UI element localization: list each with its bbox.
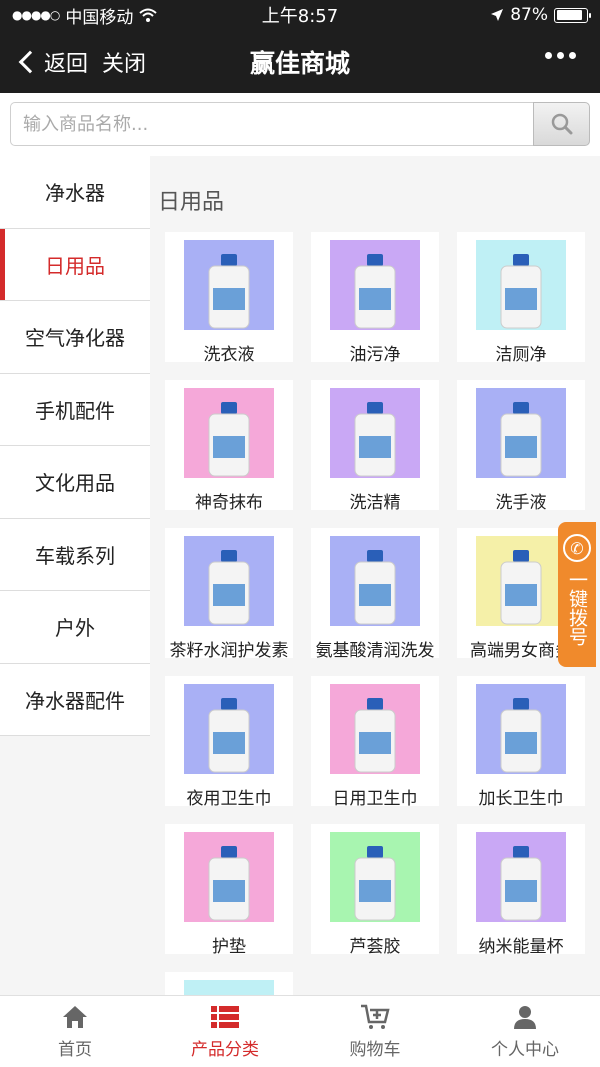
chevron-left-icon: [18, 50, 42, 73]
product-image: [330, 536, 420, 626]
sidebar-item-phone-accessories[interactable]: 手机配件: [0, 373, 150, 446]
sidebar-item-air-purifier[interactable]: 空气净化器: [0, 301, 150, 374]
search-bar: [0, 93, 600, 156]
tab-profile[interactable]: 个人中心: [450, 996, 600, 1067]
product-card[interactable]: 洗手液: [457, 380, 585, 510]
product-image: [184, 684, 274, 774]
tab-home[interactable]: 首页: [0, 996, 150, 1067]
product-card[interactable]: 氨基酸清润洗发: [311, 528, 439, 658]
quick-call-label: 一键拨号: [566, 570, 588, 646]
sidebar-item-purifier-parts[interactable]: 净水器配件: [0, 663, 150, 736]
tab-home-label: 首页: [58, 1039, 92, 1060]
product-image: [476, 832, 566, 922]
product-card[interactable]: 纳米能量杯: [457, 824, 585, 954]
product-name: 日用卫生巾: [332, 789, 418, 806]
sidebar-item-stationery[interactable]: 文化用品: [0, 446, 150, 519]
product-card[interactable]: 芦荟胶: [311, 824, 439, 954]
product-card[interactable]: 日用卫生巾: [311, 676, 439, 806]
tab-category-label: 产品分类: [191, 1039, 259, 1060]
tab-cart-label: 购物车: [349, 1039, 401, 1060]
product-image: [476, 240, 566, 330]
product-card[interactable]: 夜用卫生巾: [165, 676, 293, 806]
product-card[interactable]: 茶籽水润护发素: [165, 528, 293, 658]
signal-icon: ●●●●○: [12, 8, 60, 22]
product-image: [476, 536, 566, 626]
product-name: 加长卫生巾: [478, 789, 564, 806]
product-image: [476, 388, 566, 478]
product-image: [330, 388, 420, 478]
product-card[interactable]: 洗洁精: [311, 380, 439, 510]
more-icon[interactable]: [545, 52, 576, 59]
sidebar-item-water-purifier[interactable]: 净水器: [0, 156, 150, 229]
product-card[interactable]: 神奇抹布: [165, 380, 293, 510]
carrier-label: 中国移动: [65, 7, 134, 28]
location-icon: [491, 9, 504, 21]
product-image: [184, 240, 274, 330]
battery-percent: 87%: [510, 5, 548, 25]
product-name: 油污净: [349, 345, 401, 362]
search-icon: [551, 113, 572, 135]
product-image: [184, 980, 274, 996]
back-button[interactable]: 返回: [16, 46, 88, 78]
product-name: 洗手液: [495, 493, 547, 510]
sidebar-item-outdoor[interactable]: 户外: [0, 591, 150, 664]
category-sidebar: 净水器 日用品 空气净化器 手机配件 文化用品 车载系列 户外 净水器配件: [0, 156, 150, 996]
product-card[interactable]: 护垫: [165, 824, 293, 954]
product-image: [330, 832, 420, 922]
product-image: [184, 536, 274, 626]
product-name: 护垫: [212, 937, 246, 954]
tab-bar: 首页 产品分类 购物车 个人中心: [0, 995, 600, 1067]
search-button[interactable]: [533, 102, 590, 146]
section-title: 日用品: [158, 190, 225, 215]
user-icon: [514, 1005, 536, 1029]
product-name: 洁厕净: [495, 345, 547, 362]
product-name: 芦荟胶: [349, 937, 401, 954]
tab-cart[interactable]: 购物车: [300, 996, 450, 1067]
product-card[interactable]: 洗衣液: [165, 232, 293, 362]
product-name: 神奇抹布: [195, 493, 263, 510]
nav-bar: 返回 关闭 赢佳商城: [0, 30, 600, 93]
sidebar-item-car-series[interactable]: 车载系列: [0, 518, 150, 591]
product-card-partial[interactable]: [165, 972, 293, 996]
phone-icon: ✆: [563, 534, 591, 562]
product-name: 茶籽水润护发素: [169, 641, 289, 658]
sidebar-item-daily-goods[interactable]: 日用品: [0, 228, 150, 301]
product-panel: 日用品 洗衣液 油污净 洁厕净 神奇抹布 洗洁精 洗手液 茶籽水润护发素 氨基酸清润洗发 高端男…: [150, 156, 600, 996]
product-name: 洗洁精: [349, 493, 401, 510]
product-name: 夜用卫生巾: [186, 789, 272, 806]
product-image: [184, 388, 274, 478]
product-name: 洗衣液: [203, 345, 255, 362]
product-card[interactable]: 油污净: [311, 232, 439, 362]
page-title: 赢佳商城: [249, 48, 350, 78]
battery-fill: [556, 10, 582, 20]
close-button[interactable]: 关闭: [102, 46, 146, 78]
list-icon: [211, 1005, 239, 1028]
battery-icon: [554, 7, 591, 23]
product-card[interactable]: 加长卫生巾: [457, 676, 585, 806]
quick-call-button[interactable]: ✆ 一键拨号: [558, 522, 596, 667]
product-name: 纳米能量杯: [478, 937, 564, 954]
wifi-icon: [139, 8, 158, 22]
product-card[interactable]: 洁厕净: [457, 232, 585, 362]
back-label: 返回: [44, 51, 89, 77]
product-name: 氨基酸清润洗发: [315, 641, 435, 658]
product-image: [330, 240, 420, 330]
status-time: 上午8:57: [261, 6, 339, 27]
tab-profile-label: 个人中心: [491, 1039, 559, 1060]
tab-category[interactable]: 产品分类: [150, 996, 300, 1067]
cart-icon: [361, 1004, 390, 1029]
product-image: [476, 684, 566, 774]
product-image: [330, 684, 420, 774]
product-image: [184, 832, 274, 922]
search-input[interactable]: [10, 102, 534, 146]
status-bar: ●●●●○ 中国移动 上午8:57 87%: [0, 0, 600, 30]
home-icon: [63, 1005, 87, 1028]
